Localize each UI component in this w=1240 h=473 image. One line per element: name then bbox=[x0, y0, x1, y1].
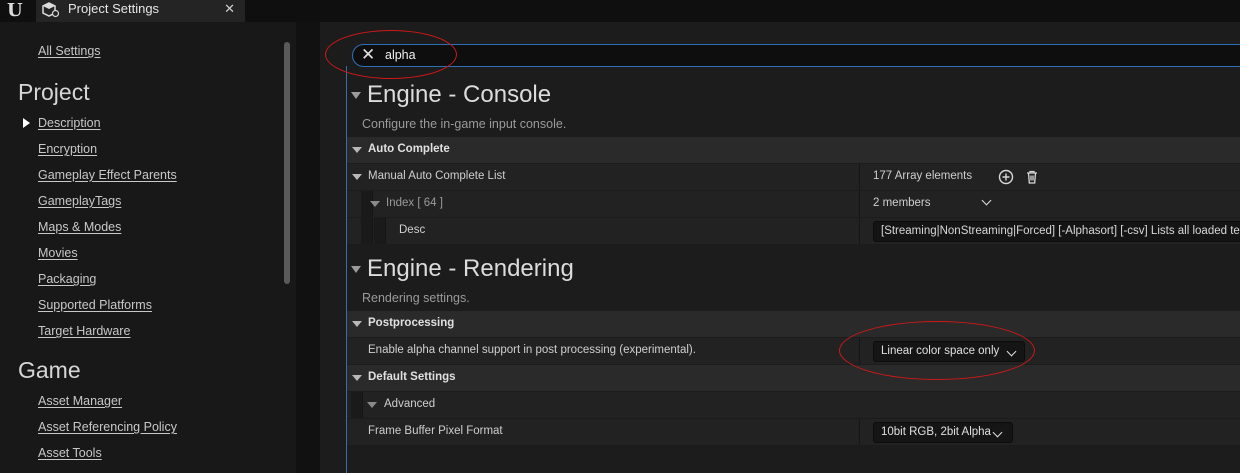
section-header-auto-complete[interactable]: Auto Complete bbox=[347, 137, 1240, 163]
unreal-logo-icon: U bbox=[6, 0, 30, 21]
property-row-index-64: Index [ 64 ] 2 members bbox=[347, 191, 1240, 217]
property-row-desc: Desc [Streaming|NonStreaming|Forced] [-A… bbox=[347, 218, 1240, 244]
title-bar: U Project Settings ✕ bbox=[0, 0, 1240, 22]
collapse-arrow-icon[interactable] bbox=[367, 402, 377, 408]
sidebar-item-encryption[interactable]: Encryption bbox=[38, 142, 97, 156]
member-count: 2 members bbox=[873, 197, 931, 209]
section-header-postprocessing[interactable]: Postprocessing bbox=[347, 311, 1240, 337]
chevron-down-icon bbox=[992, 427, 1003, 438]
section-label: Postprocessing bbox=[368, 317, 455, 329]
sidebar-item-gameplaytags[interactable]: GameplayTags bbox=[38, 194, 121, 208]
tab-title: Project Settings bbox=[68, 1, 160, 16]
add-element-icon[interactable] bbox=[998, 169, 1014, 185]
sidebar-item-asset-manager[interactable]: Asset Manager bbox=[38, 394, 122, 408]
sidebar-item-gameplay-effect-parents[interactable]: Gameplay Effect Parents bbox=[38, 168, 177, 182]
property-row-alpha-channel: Enable alpha channel support in post pro… bbox=[347, 338, 1240, 364]
category-title-engine-console: Engine - Console bbox=[367, 81, 552, 108]
collapse-arrow-icon[interactable] bbox=[352, 375, 362, 381]
search-input[interactable]: ✕ alpha bbox=[352, 44, 1240, 67]
property-row-manual-auto-complete-list: Manual Auto Complete List 177 Array elem… bbox=[347, 164, 1240, 190]
column-splitter[interactable] bbox=[859, 191, 860, 217]
frame-buffer-format-dropdown[interactable]: 10bit RGB, 2bit Alpha bbox=[873, 422, 1013, 443]
sidebar-item-asset-referencing-policy[interactable]: Asset Referencing Policy bbox=[38, 420, 177, 434]
property-label: Frame Buffer Pixel Format bbox=[368, 425, 503, 437]
sidebar-item-target-hardware[interactable]: Target Hardware bbox=[38, 324, 130, 338]
svg-text:U: U bbox=[7, 0, 23, 20]
property-label: Desc bbox=[399, 224, 426, 236]
search-value[interactable]: alpha bbox=[385, 48, 416, 62]
property-label: Index [ 64 ] bbox=[386, 197, 443, 209]
property-label: Advanced bbox=[384, 398, 436, 410]
tab-close-icon[interactable]: ✕ bbox=[224, 1, 235, 17]
expand-arrow-icon[interactable] bbox=[23, 118, 30, 128]
column-splitter[interactable] bbox=[859, 338, 860, 364]
property-row-frame-buffer-pixel-format: Frame Buffer Pixel Format 10bit RGB, 2bi… bbox=[347, 419, 1240, 445]
category-description: Configure the in-game input console. bbox=[362, 117, 567, 131]
sidebar-section-game: Game bbox=[18, 357, 81, 383]
desc-text-field[interactable]: [Streaming|NonStreaming|Forced] [-Alphas… bbox=[873, 221, 1240, 242]
panel-divider bbox=[296, 22, 320, 473]
sidebar-section-project: Project bbox=[18, 79, 90, 105]
collapse-arrow-icon[interactable] bbox=[352, 321, 362, 327]
sidebar-item-movies[interactable]: Movies bbox=[38, 246, 78, 260]
collapse-arrow-icon[interactable] bbox=[351, 92, 361, 99]
collapse-arrow-icon[interactable] bbox=[370, 201, 380, 207]
section-label: Auto Complete bbox=[368, 143, 450, 155]
collapse-arrow-icon[interactable] bbox=[352, 147, 362, 153]
indent-guide bbox=[361, 218, 373, 244]
section-label: Default Settings bbox=[368, 371, 456, 383]
sidebar-item-asset-tools[interactable]: Asset Tools bbox=[38, 446, 102, 460]
sidebar-scrollbar[interactable] bbox=[284, 42, 290, 284]
clear-search-icon[interactable]: ✕ bbox=[361, 46, 375, 65]
project-settings-icon bbox=[42, 2, 60, 18]
chevron-down-icon[interactable] bbox=[981, 195, 992, 206]
sidebar-item-all-settings[interactable]: All Settings bbox=[38, 44, 101, 58]
category-title-engine-rendering: Engine - Rendering bbox=[367, 255, 574, 282]
column-splitter[interactable] bbox=[859, 419, 860, 445]
column-splitter[interactable] bbox=[859, 164, 860, 190]
array-count: 177 Array elements bbox=[873, 170, 973, 182]
tab-project-settings[interactable]: Project Settings ✕ bbox=[36, 0, 245, 22]
indent-guide bbox=[374, 218, 386, 244]
column-splitter[interactable] bbox=[859, 218, 860, 244]
sidebar-item-maps-modes[interactable]: Maps & Modes bbox=[38, 220, 121, 234]
section-header-default-settings[interactable]: Default Settings bbox=[347, 365, 1240, 391]
sidebar-item-packaging[interactable]: Packaging bbox=[38, 272, 96, 286]
category-description: Rendering settings. bbox=[362, 291, 470, 305]
collapse-arrow-icon[interactable] bbox=[351, 266, 361, 273]
property-row-advanced[interactable]: Advanced bbox=[347, 392, 1240, 418]
property-label: Manual Auto Complete List bbox=[368, 170, 506, 182]
sidebar-item-description[interactable]: Description bbox=[38, 116, 101, 130]
chevron-down-icon bbox=[1006, 346, 1017, 357]
dropdown-value: 10bit RGB, 2bit Alpha bbox=[881, 426, 991, 438]
property-label: Enable alpha channel support in post pro… bbox=[368, 344, 696, 356]
delete-all-icon[interactable] bbox=[1024, 169, 1040, 185]
collapse-arrow-icon[interactable] bbox=[352, 174, 362, 180]
alpha-channel-dropdown[interactable]: Linear color space only bbox=[873, 341, 1025, 362]
dropdown-value: Linear color space only bbox=[881, 345, 1000, 357]
indent-guide bbox=[351, 392, 363, 418]
sidebar-item-supported-platforms[interactable]: Supported Platforms bbox=[38, 298, 152, 312]
